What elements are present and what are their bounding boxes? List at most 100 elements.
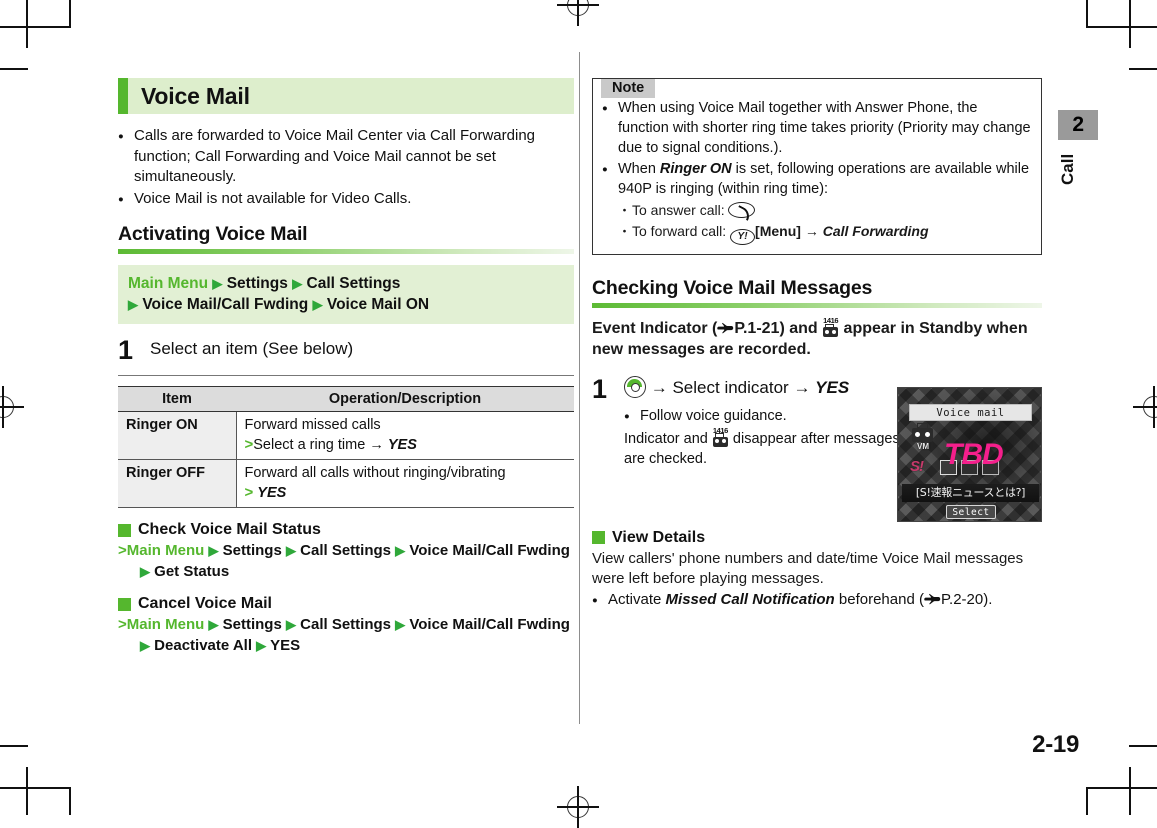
screen-s1-icon: S! xyxy=(910,458,924,475)
crop-mark-bottom-right-h xyxy=(1087,787,1157,789)
forward-call-label: To forward call: xyxy=(632,223,727,239)
arrow-icon: → xyxy=(804,223,819,239)
crop-mark-bottom-left-v2 xyxy=(69,787,71,815)
manual-page: 2 Call 2-19 Voice Mail Calls are forward… xyxy=(0,0,1157,828)
step-underline xyxy=(118,375,574,377)
table-row: Ringer ON Forward missed calls >Select a… xyxy=(118,411,574,461)
step-line: → Select indicator → YES xyxy=(624,376,914,400)
crop-mark-top-right-h xyxy=(1087,26,1157,28)
chevron-right-icon: ▶ xyxy=(292,276,303,291)
note-box: Note When using Voice Mail together with… xyxy=(592,78,1042,255)
nav-step: Settings xyxy=(222,542,282,560)
screen-tbd-overlay: TBD xyxy=(944,438,1004,471)
nav-step: Call Settings xyxy=(300,616,391,634)
crop-mark-top-right-v2 xyxy=(1086,0,1088,28)
cell-operation-description: Forward missed calls >Select a ring time… xyxy=(236,411,574,461)
gt-marker-icon: > xyxy=(244,484,254,502)
desc-line-2-pre: Select a ring time xyxy=(253,437,366,454)
crop-mark-bottom-left-v xyxy=(26,767,28,815)
list-item: Calls are forwarded to Voice Mail Center… xyxy=(118,126,574,188)
subhead-path-0: >Main Menu ▶ Settings ▶ Call Settings ▶ … xyxy=(118,540,574,582)
chevron-right-icon: ▶ xyxy=(312,297,323,312)
chevron-right-icon: ▶ xyxy=(140,564,150,580)
column-header-operation: Operation/Description xyxy=(236,386,574,413)
step-bullet-list: Follow voice guidance. xyxy=(624,406,914,427)
intro-bullet-list: Calls are forwarded to Voice Mail Center… xyxy=(118,126,574,209)
note-bullet2-pre: When xyxy=(618,161,660,177)
screen-vm-label: VM xyxy=(917,442,929,451)
section-title: Voice Mail xyxy=(141,82,250,109)
note-bullet2-emph: Ringer ON xyxy=(659,161,732,177)
subsection-rule xyxy=(592,303,1042,308)
subhead-check-voice-mail-status: Check Voice Mail Status xyxy=(118,521,574,539)
step-note: Indicator and 1416 disappear after messa… xyxy=(624,426,914,469)
view-details-body: View callers' phone numbers and date/tim… xyxy=(592,549,1024,588)
nav-step: YES xyxy=(270,637,301,655)
green-square-icon xyxy=(118,523,131,537)
list-item: Activate Missed Call Notification before… xyxy=(592,590,1042,611)
bullet-emph: Missed Call Notification xyxy=(665,590,835,608)
step-text-mid: Select indicator xyxy=(672,378,789,397)
nav-root: Main Menu xyxy=(128,275,209,292)
bullet-post: ). xyxy=(983,590,993,608)
pointing-hand-icon xyxy=(717,321,734,335)
desc-line-2-emph: YES xyxy=(257,485,287,502)
crop-mark-top-right-v xyxy=(1129,0,1131,48)
subsection-rule xyxy=(118,249,574,254)
crop-mark-top-left-v xyxy=(26,0,28,48)
chapter-tab: 2 Call xyxy=(1058,110,1100,191)
nav-step: Deactivate All xyxy=(154,637,252,655)
voicemail-indicator-icon: 1416 xyxy=(712,426,729,447)
cell-item-name: Ringer OFF xyxy=(118,459,237,509)
screen-title-bar: Voice mail xyxy=(909,404,1032,421)
phone-screenshot: Voice mail VM S! TBD [S!速報ニュースとは?] Selec… xyxy=(897,387,1042,522)
gt-marker-icon: > xyxy=(118,542,127,560)
chapter-number: 2 xyxy=(1058,110,1098,140)
navigation-path-box: Main Menu ▶ Settings ▶ Call Settings ▶ V… xyxy=(118,265,574,324)
note-subitem-forward-call: To forward call: Y![Menu] → Call Forward… xyxy=(602,221,1032,245)
list-item: Follow voice guidance. xyxy=(624,406,914,427)
step-number: 1 xyxy=(592,374,608,404)
left-column: Voice Mail Calls are forwarded to Voice … xyxy=(118,78,574,656)
note-subitem-answer-call: To answer call: xyxy=(602,200,1032,221)
subhead-label: View Details xyxy=(612,528,706,546)
chevron-right-icon: ▶ xyxy=(208,543,219,559)
step-text: Select an item (See below) xyxy=(150,339,354,358)
chapter-label: Call xyxy=(1058,153,1077,185)
note-tag-label: Note xyxy=(601,79,656,98)
lead-mid: ) and xyxy=(779,320,823,337)
note-bullet-list: When using Voice Mail together with Answ… xyxy=(602,98,1032,199)
bullet-mid: beforehand ( xyxy=(834,590,924,608)
crop-mark-top-left-h xyxy=(0,26,70,28)
chevron-right-icon: ▶ xyxy=(208,617,219,633)
crop-mark-top-left-h2 xyxy=(0,68,28,70)
list-item: Voice Mail is not available for Video Ca… xyxy=(118,189,574,210)
chevron-right-icon: ▶ xyxy=(285,617,296,633)
desc-line-2-emph: YES xyxy=(387,437,417,454)
lead-ref: P.1-21 xyxy=(734,320,780,337)
section-title-bar: Voice Mail xyxy=(118,78,574,114)
nav-step: Call Settings xyxy=(300,542,391,560)
bullet-ref: P.2-20 xyxy=(940,590,984,608)
screen-news-ticker: [S!速報ニュースとは?] xyxy=(902,484,1039,502)
menu-key-label: [Menu] xyxy=(755,223,801,239)
crop-mark-top-left-v2 xyxy=(69,0,71,28)
bullet-pre: Activate xyxy=(608,590,666,608)
lead-paragraph: Event Indicator (P.1-21) and 1416 appear… xyxy=(592,317,1042,360)
nav-step: Settings xyxy=(222,616,282,634)
call-forwarding-emph: Call Forwarding xyxy=(822,223,929,239)
nav-step: Voice Mail/Call Fwding xyxy=(142,296,309,313)
nav-step: Settings xyxy=(226,275,288,292)
column-divider xyxy=(579,52,581,724)
table-row: Ringer OFF Forward all calls without rin… xyxy=(118,459,574,509)
gt-marker-icon: > xyxy=(244,436,254,454)
pointing-hand-icon xyxy=(924,592,941,606)
chevron-right-icon: ▶ xyxy=(395,617,406,633)
nav-step: Voice Mail/Call Fwding xyxy=(409,616,570,634)
gt-marker-icon: > xyxy=(118,616,127,634)
chevron-right-icon: ▶ xyxy=(128,297,138,312)
nav-root: Main Menu xyxy=(126,542,205,560)
cell-operation-description: Forward all calls without ringing/vibrat… xyxy=(236,459,574,509)
item-operation-table: Item Operation/Description Ringer ON For… xyxy=(118,386,574,509)
list-item: When using Voice Mail together with Answ… xyxy=(602,98,1032,158)
